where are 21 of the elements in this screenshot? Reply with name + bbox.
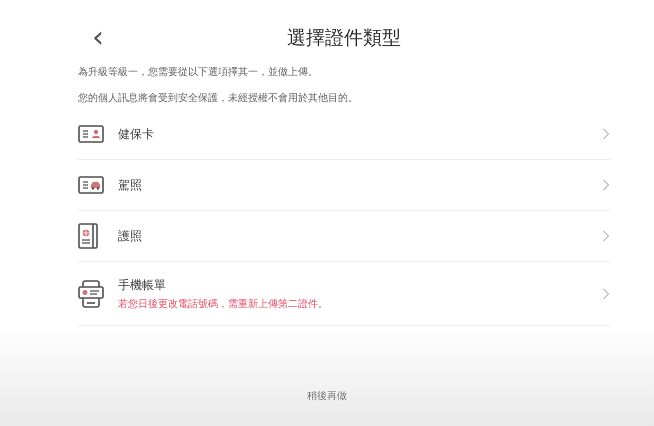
document-option[interactable]: 駕照 [78,160,610,211]
later-button[interactable]: 稍後再做 [301,388,353,404]
car-card-icon [78,176,104,194]
intro-text: 為升級等級一，您需要從以下選項擇其一，並做上傳。 [78,67,319,79]
page-title: 選擇證件類型 [287,26,401,51]
option-note: 若您日後更改電話號碼，需重新上傳第二證件。 [118,298,329,310]
intro-text: 您的個人訊息將會受到安全保護，未經授權不會用於其他目的。 [78,93,359,105]
chevron-icon [602,179,610,191]
option-label: 護照 [118,228,143,244]
back-button[interactable]: ‹ [84,23,112,53]
document-option[interactable]: 健保卡 [78,109,610,160]
chevron-icon [602,288,610,300]
document-option[interactable]: 護照 [78,211,610,262]
passport-icon [78,223,98,249]
option-label: 健保卡 [118,126,155,142]
option-label: 駕照 [118,176,143,194]
chevron-icon [602,230,610,242]
chevron-icon [602,128,610,140]
option-label: 手機帳單 [118,276,167,294]
id-card-icon [78,125,104,143]
phone-bill-icon [78,280,104,308]
